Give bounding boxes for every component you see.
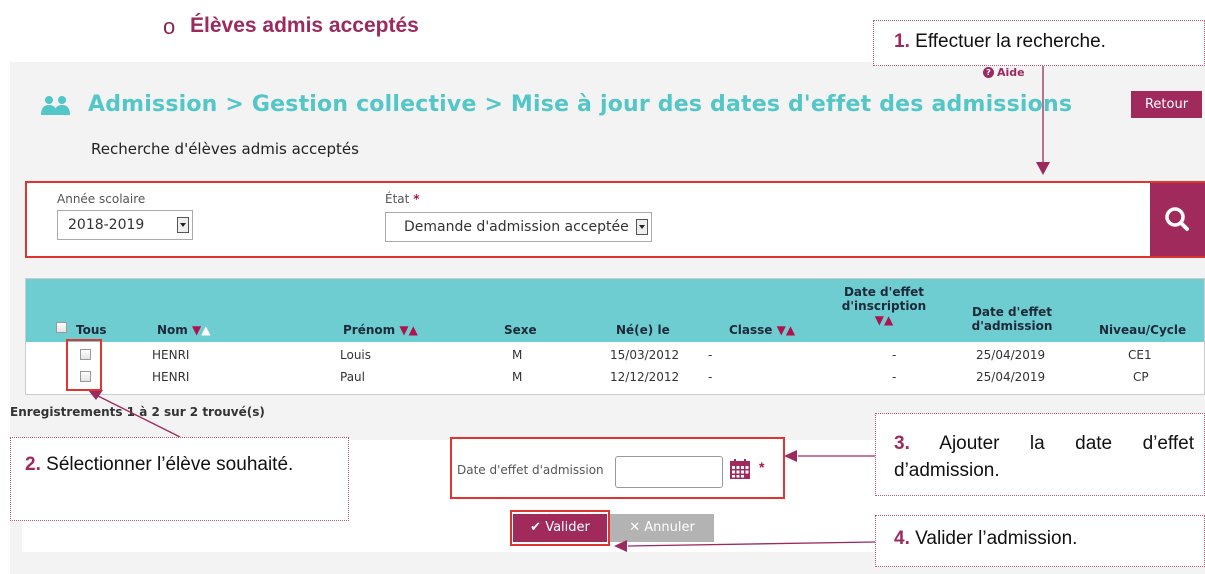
callout-4-text: Valider l’admission. (915, 528, 1078, 549)
callout-1: 1. Effectuer la recherche. (873, 20, 1205, 66)
callout-2-text: Sélectionner l’élève souhaité. (46, 454, 294, 475)
callout-4: 4. Valider l’admission. (875, 515, 1205, 567)
callout-4-number: 4. (894, 528, 910, 549)
callout-3: 3. Ajouter la date d’effet d’admission. (875, 413, 1205, 496)
callout-3-text: Ajouter la date d’effet d’admission. (894, 433, 1194, 481)
callout-2: 2. Sélectionner l’élève souhaité. (10, 437, 349, 521)
callout-3-number: 3. (894, 433, 910, 454)
callout-1-text: Effectuer la recherche. (915, 31, 1106, 52)
callout-2-number: 2. (25, 454, 41, 475)
callout-1-number: 1. (894, 31, 910, 52)
